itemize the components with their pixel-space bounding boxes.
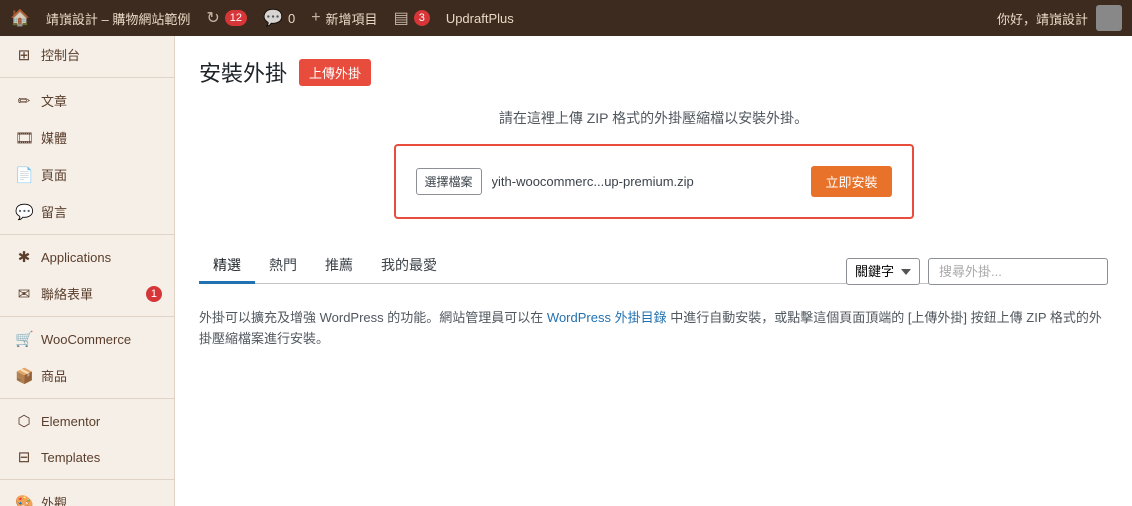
applications-icon: ✱ bbox=[15, 248, 33, 266]
sidebar-item-label: 媒體 bbox=[41, 128, 67, 147]
comments-icon: 💬 bbox=[263, 8, 283, 28]
tab-favorites[interactable]: 我的最愛 bbox=[367, 249, 451, 284]
products-icon: 📦 bbox=[15, 367, 33, 385]
woocommerce-icon: 🛒 bbox=[15, 330, 33, 348]
admin-bar-comments[interactable]: 💬 0 bbox=[263, 8, 295, 28]
comments-count: 0 bbox=[288, 11, 295, 26]
admin-bar-right: 你好，靖嵿設計 bbox=[997, 5, 1122, 31]
sidebar-item-templates[interactable]: ⊟ Templates bbox=[0, 439, 174, 475]
media-icon: 🎞 bbox=[15, 129, 33, 147]
contact-icon: ✉ bbox=[15, 285, 33, 303]
search-type-dropdown[interactable]: 關鍵字 bbox=[846, 258, 920, 285]
sidebar-item-label: Applications bbox=[41, 250, 111, 265]
sidebar-item-label: 商品 bbox=[41, 366, 67, 385]
admin-bar-new-item[interactable]: + 新增項目 bbox=[311, 9, 377, 28]
updates-badge: 12 bbox=[225, 10, 247, 26]
pages-icon: 📄 bbox=[15, 166, 33, 184]
sidebar-item-label: WooCommerce bbox=[41, 332, 131, 347]
sidebar-item-label: Elementor bbox=[41, 414, 100, 429]
upload-box: 選擇檔案 yith-woocommerc...up-premium.zip 立即… bbox=[394, 144, 914, 219]
admin-bar-greeting[interactable]: 你好，靖嵿設計 bbox=[997, 9, 1088, 28]
sidebar-item-posts[interactable]: ✏ 文章 bbox=[0, 82, 174, 119]
greeting-label: 你好，靖嵿設計 bbox=[997, 9, 1088, 28]
sidebar-item-label: 控制台 bbox=[41, 45, 80, 64]
sidebar: ⊞ 控制台 ✏ 文章 🎞 媒體 📄 頁面 💬 留言 ✱ Applications… bbox=[0, 36, 175, 506]
tab-popular-label: 熱門 bbox=[269, 257, 297, 273]
home-icon: 🏠 bbox=[10, 8, 30, 28]
page-header: 安裝外掛 上傳外掛 bbox=[199, 56, 1108, 88]
choose-file-button[interactable]: 選擇檔案 bbox=[416, 168, 482, 195]
sidebar-item-products[interactable]: 📦 商品 bbox=[0, 357, 174, 394]
sidebar-item-label: 頁面 bbox=[41, 165, 67, 184]
upload-description: 請在這裡上傳 ZIP 格式的外掛壓縮檔以安裝外掛。 bbox=[199, 108, 1108, 128]
description-text-start: 外掛可以擴充及增強 WordPress 的功能。網站管理員可以在 bbox=[199, 310, 543, 325]
tab-recommended[interactable]: 推薦 bbox=[311, 249, 367, 284]
elementor-icon: ⬡ bbox=[15, 412, 33, 430]
tabs-search-row: 精選 熱門 推薦 我的最愛 關鍵字 bbox=[199, 249, 1108, 298]
sidebar-item-media[interactable]: 🎞 媒體 bbox=[0, 119, 174, 156]
plugin-icon: ▤ bbox=[394, 8, 409, 28]
new-item-icon: + bbox=[311, 9, 320, 27]
sidebar-item-label: 留言 bbox=[41, 202, 67, 221]
admin-bar-updraftplus[interactable]: UpdraftPlus bbox=[446, 11, 514, 26]
layout: ⊞ 控制台 ✏ 文章 🎞 媒體 📄 頁面 💬 留言 ✱ Applications… bbox=[0, 36, 1132, 506]
plugin-name-label: UpdraftPlus bbox=[446, 11, 514, 26]
sidebar-item-pages[interactable]: 📄 頁面 bbox=[0, 156, 174, 193]
page-title: 安裝外掛 bbox=[199, 56, 287, 88]
sidebar-item-applications[interactable]: ✱ Applications bbox=[0, 239, 174, 275]
sidebar-item-label: 外觀 bbox=[41, 493, 67, 506]
appearance-icon: 🎨 bbox=[15, 494, 33, 506]
comments-nav-icon: 💬 bbox=[15, 203, 33, 221]
tab-featured[interactable]: 精選 bbox=[199, 249, 255, 284]
admin-bar: 🏠 靖嵿設計 – 購物網站範例 ↻ 12 💬 0 + 新增項目 ▤ 3 Updr… bbox=[0, 0, 1132, 36]
file-name-display: yith-woocommerc...up-premium.zip bbox=[492, 174, 802, 189]
sidebar-item-dashboard[interactable]: ⊞ 控制台 bbox=[0, 36, 174, 73]
updates-icon: ↻ bbox=[206, 8, 219, 28]
sidebar-item-label: 聯絡表單 bbox=[41, 284, 93, 303]
sidebar-item-woocommerce[interactable]: 🛒 WooCommerce bbox=[0, 321, 174, 357]
avatar bbox=[1096, 5, 1122, 31]
plugin-description: 外掛可以擴充及增強 WordPress 的功能。網站管理員可以在 WordPre… bbox=[199, 298, 1108, 350]
tab-popular[interactable]: 熱門 bbox=[255, 249, 311, 284]
plugin-badge: 3 bbox=[414, 10, 430, 26]
admin-bar-plugin[interactable]: ▤ 3 bbox=[394, 8, 430, 28]
sidebar-item-contact[interactable]: ✉ 聯絡表單 1 bbox=[0, 275, 174, 312]
admin-bar-site-name[interactable]: 靖嵿設計 – 購物網站範例 bbox=[46, 9, 190, 28]
templates-icon: ⊟ bbox=[15, 448, 33, 466]
search-input[interactable] bbox=[928, 258, 1108, 285]
admin-bar-home[interactable]: 🏠 bbox=[10, 8, 30, 28]
tab-favorites-label: 我的最愛 bbox=[381, 257, 437, 273]
contact-badge: 1 bbox=[146, 286, 162, 302]
admin-bar-updates[interactable]: ↻ 12 bbox=[206, 8, 247, 28]
sidebar-item-comments[interactable]: 💬 留言 bbox=[0, 193, 174, 230]
sidebar-item-elementor[interactable]: ⬡ Elementor bbox=[0, 403, 174, 439]
tab-recommended-label: 推薦 bbox=[325, 257, 353, 273]
plugin-directory-link[interactable]: WordPress 外掛目錄 bbox=[547, 310, 667, 325]
sidebar-divider-5 bbox=[0, 479, 174, 480]
dashboard-icon: ⊞ bbox=[15, 46, 33, 64]
sidebar-item-label: Templates bbox=[41, 450, 100, 465]
sidebar-divider-3 bbox=[0, 316, 174, 317]
sidebar-divider-4 bbox=[0, 398, 174, 399]
sidebar-item-label: 文章 bbox=[41, 91, 67, 110]
sidebar-divider-1 bbox=[0, 77, 174, 78]
upload-plugin-tab-button[interactable]: 上傳外掛 bbox=[299, 59, 371, 86]
new-item-label: 新增項目 bbox=[326, 9, 378, 28]
tab-featured-label: 精選 bbox=[213, 257, 241, 273]
install-now-button[interactable]: 立即安裝 bbox=[811, 166, 891, 197]
sidebar-divider-2 bbox=[0, 234, 174, 235]
posts-icon: ✏ bbox=[15, 92, 33, 110]
search-bar: 關鍵字 bbox=[846, 258, 1108, 285]
site-name-label: 靖嵿設計 – 購物網站範例 bbox=[46, 9, 190, 28]
sidebar-item-appearance[interactable]: 🎨 外觀 bbox=[0, 484, 174, 506]
main-content: 安裝外掛 上傳外掛 請在這裡上傳 ZIP 格式的外掛壓縮檔以安裝外掛。 選擇檔案… bbox=[175, 36, 1132, 506]
